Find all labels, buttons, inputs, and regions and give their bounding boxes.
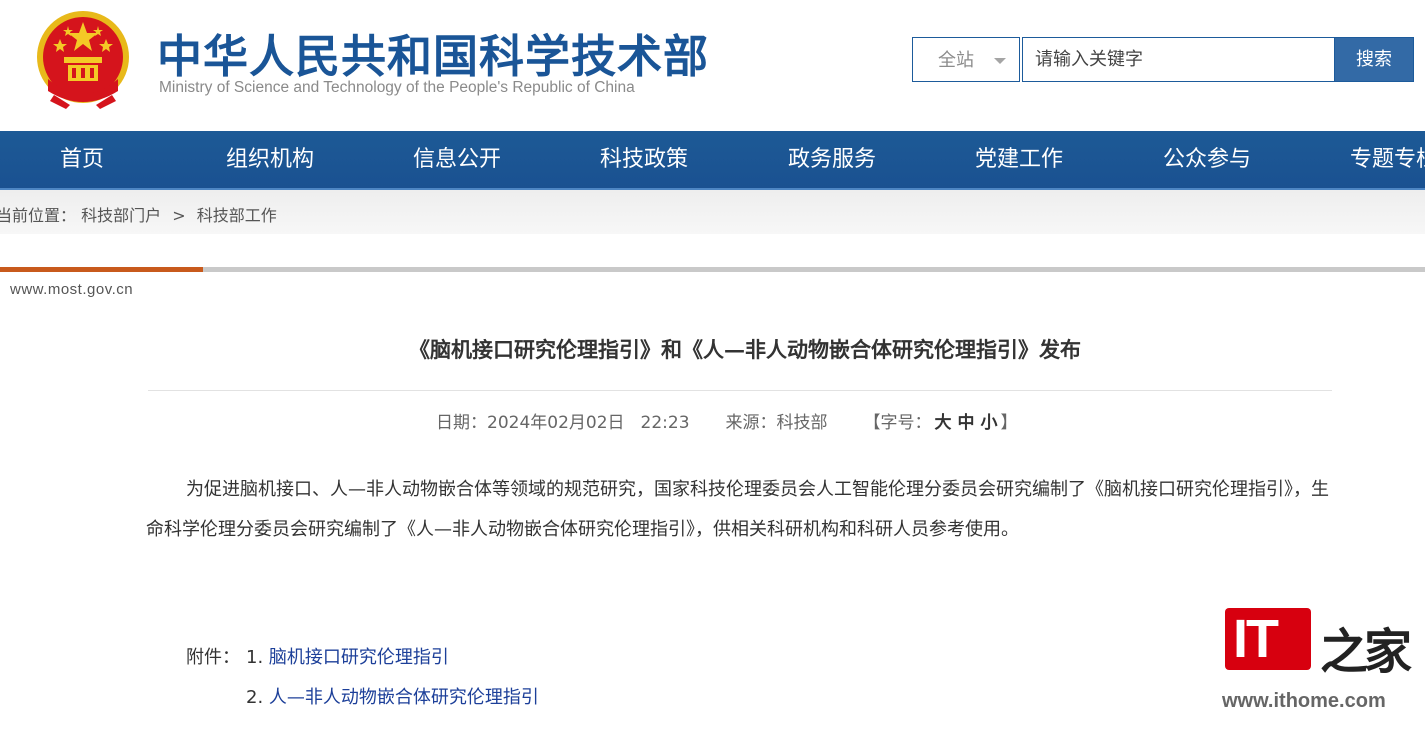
nav-item-public-participation[interactable]: 公众参与	[1163, 131, 1251, 188]
nav-item-organization[interactable]: 组织机构	[226, 131, 314, 188]
divider-accent	[0, 267, 203, 272]
attachment-number: 2.	[246, 687, 264, 708]
font-size-medium-button[interactable]: 中	[958, 408, 975, 433]
attachment-link-chimera[interactable]: 人—非人动物嵌合体研究伦理指引	[269, 687, 539, 708]
font-size-label: 【字号：	[863, 413, 932, 433]
site-header: 中华人民共和国科学技术部 Ministry of Science and Tec…	[0, 0, 1425, 131]
site-title-en: Ministry of Science and Technology of th…	[159, 79, 635, 96]
nav-item-info-disclosure[interactable]: 信息公开	[413, 131, 501, 188]
breadcrumb-separator: >	[172, 206, 186, 225]
article-date: 2024年02月02日	[487, 413, 625, 433]
attachment-link-bci[interactable]: 脑机接口研究伦理指引	[269, 647, 449, 668]
font-size-large-button[interactable]: 大	[935, 408, 952, 433]
nav-item-party-building[interactable]: 党建工作	[975, 131, 1063, 188]
national-emblem-icon[interactable]	[34, 9, 132, 111]
nav-item-special-topics[interactable]: 专题专栏	[1350, 131, 1425, 188]
divider	[0, 267, 1425, 272]
article-paragraph: 为促进脑机接口、人—非人动物嵌合体等领域的规范研究，国家科技伦理委员会人工智能伦…	[146, 479, 1329, 540]
ithome-watermark: IT 之家 www.ithome.com	[1220, 606, 1412, 716]
chevron-down-icon	[994, 58, 1006, 64]
search-scope-select[interactable]: 全站	[912, 37, 1020, 82]
source-label: 来源：	[725, 413, 777, 433]
article-title: 《脑机接口研究伦理指引》和《人—非人动物嵌合体研究伦理指引》发布	[409, 337, 1081, 362]
article-time: 22:23	[640, 413, 690, 433]
attachments-label: 附件：	[186, 647, 240, 668]
ithome-url: www.ithome.com	[1222, 690, 1386, 712]
attachment-item: 2. 人—非人动物嵌合体研究伦理指引	[246, 683, 539, 709]
breadcrumb-item-portal[interactable]: 科技部门户	[81, 206, 161, 225]
attachment-number: 1.	[246, 647, 264, 668]
nav-item-policy[interactable]: 科技政策	[600, 131, 688, 188]
article-meta: 日期：2024年02月02日 22:23 来源：科技部 【字号：大中小】	[436, 408, 1018, 433]
ithome-logo-text: IT	[1233, 609, 1279, 669]
nav-item-services[interactable]: 政务服务	[788, 131, 876, 188]
ithome-logo-cn: 之家	[1320, 624, 1412, 680]
font-size-close: 】	[1000, 413, 1018, 433]
article-source: 科技部	[776, 413, 828, 433]
ithome-logo-icon: IT	[1225, 608, 1311, 670]
font-size-small-button[interactable]: 小	[981, 408, 998, 433]
breadcrumb-item-work[interactable]: 科技部工作	[197, 206, 277, 225]
main-nav: 首页 组织机构 信息公开 科技政策 政务服务 党建工作 公众参与 专题专栏	[0, 131, 1425, 190]
breadcrumb-bar: 当前位置： 科技部门户 > 科技部工作	[0, 190, 1425, 234]
article-body: 为促进脑机接口、人—非人动物嵌合体等领域的规范研究，国家科技伦理委员会人工智能伦…	[146, 470, 1346, 550]
breadcrumb: 当前位置： 科技部门户 > 科技部工作	[0, 202, 277, 226]
nav-item-home[interactable]: 首页	[60, 131, 104, 188]
site-title-cn[interactable]: 中华人民共和国科学技术部	[157, 20, 709, 85]
search-input[interactable]	[1022, 37, 1336, 82]
attachment-item: 1. 脑机接口研究伦理指引	[246, 643, 449, 669]
site-url: www.most.gov.cn	[10, 281, 134, 298]
title-divider	[148, 390, 1332, 391]
search-button[interactable]: 搜索	[1334, 37, 1414, 82]
date-label: 日期：	[436, 413, 487, 433]
search-scope-label: 全站	[938, 50, 974, 71]
breadcrumb-prefix: 当前位置：	[0, 206, 77, 225]
